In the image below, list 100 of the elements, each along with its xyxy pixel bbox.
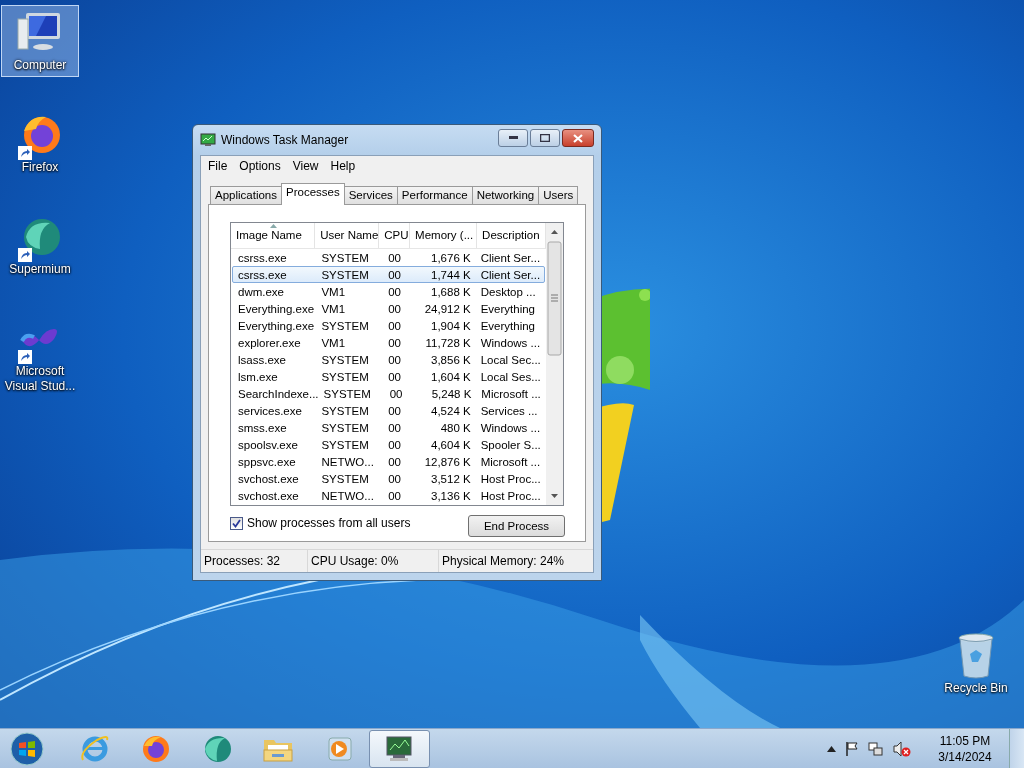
- table-cell-text: Everything: [479, 302, 537, 315]
- network-icon[interactable]: [868, 740, 884, 757]
- table-cell-text: 1,688 K: [430, 285, 472, 298]
- table-cell-text: 00: [387, 319, 402, 332]
- table-cell-text: 00: [387, 489, 402, 502]
- table-cell-text: 00: [388, 387, 404, 400]
- table-cell-text: Everything: [479, 319, 537, 332]
- speaker-muted-icon[interactable]: [893, 740, 911, 757]
- table-cell-text: SearchIndexe...: [237, 387, 319, 400]
- table-cell-text: 00: [387, 370, 402, 383]
- table-row[interactable]: sppsvc.exe NETWO... 00 12,876 K Microsoft ...: [232, 453, 545, 470]
- table-row[interactable]: smss.exe SYSTEM 00 480 K Windows ...: [232, 419, 545, 436]
- table-row[interactable]: Everything.exe VM1 00 24,912 K Everything: [232, 300, 545, 317]
- table-cell-text: Everything.exe: [237, 319, 316, 332]
- scrollbar[interactable]: [546, 223, 563, 505]
- tab[interactable]: Users: [538, 186, 579, 204]
- desktop-icon[interactable]: Microsoft Visual Stud...: [1, 311, 79, 398]
- table-cell-text: spoolsv.exe: [237, 438, 299, 451]
- table-row[interactable]: services.exe SYSTEM 00 4,524 K Services ...: [232, 402, 545, 419]
- table-row[interactable]: dwm.exe VM1 00 1,688 K Desktop ...: [232, 283, 545, 300]
- menu-item[interactable]: Options: [233, 158, 287, 176]
- shortcut-arrow-icon: [18, 248, 32, 262]
- menu-item[interactable]: View: [286, 158, 325, 176]
- table-cell-text: SYSTEM: [320, 404, 370, 417]
- table-cell-text: SYSTEM: [320, 251, 370, 264]
- desktop-icon-selected[interactable]: Computer: [1, 5, 79, 77]
- firefox-icon: [140, 733, 171, 764]
- table-cell-text: 3,136 K: [430, 489, 472, 502]
- table-cell-text: 00: [387, 336, 402, 349]
- tab[interactable]: Services: [343, 186, 398, 204]
- checkmark-icon: [232, 518, 241, 528]
- show-hidden-icons-icon[interactable]: [827, 745, 836, 752]
- table-cell-text: 00: [387, 268, 402, 281]
- selected-row[interactable]: csrss.exe SYSTEM 00 1,744 K Client Ser...: [232, 266, 545, 283]
- table-row[interactable]: lsm.exe SYSTEM 00 1,604 K Local Ses...: [232, 368, 545, 385]
- taskbar-button-active[interactable]: [369, 729, 430, 768]
- column-header[interactable]: Image Name: [231, 223, 316, 248]
- table-cell-text: 12,876 K: [423, 455, 472, 468]
- tab[interactable]: Processes: [281, 183, 345, 205]
- window-title: Windows Task Manager: [221, 133, 350, 147]
- table-cell-text: SYSTEM: [320, 472, 370, 485]
- clock-time: 11:05 PM: [939, 732, 991, 749]
- table-cell-text: 11,728 K: [424, 336, 472, 349]
- table-row[interactable]: spoolsv.exe SYSTEM 00 4,604 K Spooler S...: [232, 436, 545, 453]
- table-cell-text: Desktop ...: [479, 285, 537, 298]
- status-text: Processes: 32: [201, 550, 308, 572]
- desktop-icon[interactable]: Firefox: [1, 107, 79, 179]
- table-cell-text: SYSTEM: [320, 353, 370, 366]
- maximize-button[interactable]: [530, 129, 560, 147]
- end-process-button[interactable]: End Process: [468, 515, 565, 537]
- table-cell-text: 00: [387, 285, 402, 298]
- table-cell-text: 00: [387, 404, 402, 417]
- flag-icon[interactable]: [845, 740, 859, 757]
- table-cell-text: 4,524 K: [430, 404, 472, 417]
- clock-date: 3/14/2024: [938, 748, 992, 765]
- status-text: Physical Memory: 24%: [441, 553, 566, 570]
- table-row[interactable]: svchost.exe SYSTEM 00 3,512 K Host Proc...: [232, 470, 545, 487]
- sort-arrow-icon: [269, 224, 277, 228]
- column-header[interactable]: CPU: [379, 223, 411, 248]
- minimize-button[interactable]: [498, 129, 528, 147]
- table-cell-text: Microsoft ...: [480, 387, 542, 400]
- icon-label: Computer: [12, 58, 68, 73]
- menu-item[interactable]: Help: [324, 158, 362, 176]
- tab[interactable]: Performance: [396, 186, 473, 204]
- table-cell-text: Services ...: [479, 404, 539, 417]
- menu-item[interactable]: File: [206, 158, 234, 176]
- table-cell-text: VM1: [320, 336, 347, 349]
- table-cell-text: 1,744 K: [430, 268, 472, 281]
- table-cell-text: 4,604 K: [430, 438, 472, 451]
- table-cell-text: VM1: [320, 285, 347, 298]
- table-cell-text: Local Sec...: [479, 353, 542, 366]
- icon-label: Firefox: [20, 160, 60, 175]
- table-row[interactable]: svchost.exe NETWO... 00 3,136 K Host Proc...: [232, 487, 545, 504]
- table-cell-text: csrss.exe: [237, 251, 288, 264]
- close-icon: [573, 133, 583, 143]
- table-cell-text: Microsoft ...: [479, 455, 542, 468]
- close-button[interactable]: [562, 129, 594, 147]
- table-row[interactable]: lsass.exe SYSTEM 00 3,856 K Local Sec...: [232, 351, 545, 368]
- table-cell-text: 00: [387, 251, 402, 264]
- tab[interactable]: Applications: [210, 186, 282, 204]
- table-cell-text: 1,676 K: [430, 251, 472, 264]
- table-row[interactable]: Everything.exe SYSTEM 00 1,904 K Everything: [232, 317, 545, 334]
- table-row[interactable]: SearchIndexe... SYSTEM 00 5,248 K Microsoft ...: [232, 385, 545, 402]
- column-header[interactable]: Memory (...: [410, 223, 478, 248]
- table-row[interactable]: csrss.exe SYSTEM 00 1,676 K Client Ser...: [232, 249, 545, 266]
- table-row[interactable]: explorer.exe VM1 00 11,728 K Windows ...: [232, 334, 545, 351]
- table-cell-text: 1,604 K: [430, 370, 472, 383]
- table-cell-text: Host Proc...: [479, 472, 542, 485]
- column-header[interactable]: User Name: [315, 223, 380, 248]
- checkbox[interactable]: [230, 516, 243, 530]
- desktop-icon[interactable]: Supermium: [1, 209, 79, 281]
- shortcut-arrow-icon: [18, 350, 32, 364]
- desktop-icon[interactable]: Recycle Bin: [936, 628, 1016, 700]
- table-cell-text: 3,856 K: [430, 353, 472, 366]
- windows-logo-icon: [10, 731, 44, 766]
- table-cell-text: 00: [387, 421, 402, 434]
- table-cell-text: 24,912 K: [423, 302, 472, 315]
- tab[interactable]: Networking: [471, 186, 540, 204]
- table-cell-text: Client Ser...: [479, 268, 542, 281]
- maximize-icon: [540, 134, 550, 142]
